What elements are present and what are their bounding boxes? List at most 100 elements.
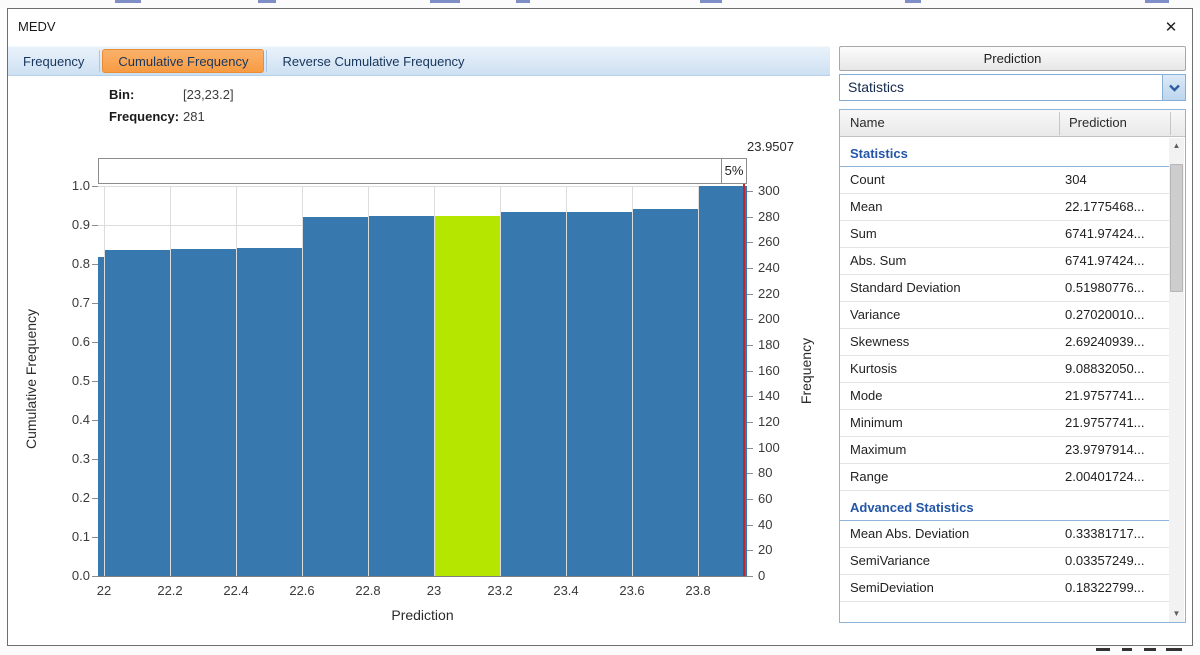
y2-axis-tick-label: 220 (758, 286, 780, 301)
table-row[interactable]: Standard Deviation0.51980776... (840, 275, 1170, 302)
histogram-bar[interactable] (171, 249, 236, 576)
x-axis-line (97, 576, 748, 577)
stat-name: Mean Abs. Deviation (850, 526, 969, 541)
table-row[interactable]: Range2.00401724... (840, 464, 1170, 491)
stat-value: 22.1775468... (1065, 199, 1145, 214)
y-axis-tick-label: 1.0 (50, 178, 90, 193)
stat-value: 9.08832050... (1065, 361, 1145, 376)
table-row[interactable]: Variance0.27020010... (840, 302, 1170, 329)
histogram-bar[interactable] (105, 250, 170, 576)
histogram-bar[interactable] (633, 209, 698, 576)
histogram-bar[interactable] (369, 216, 434, 576)
y2-axis-tick-mark (747, 191, 753, 192)
histogram-bar[interactable] (303, 217, 368, 576)
table-row[interactable]: Minimum21.9757741... (840, 410, 1170, 437)
table-row[interactable]: Sum6741.97424... (840, 221, 1170, 248)
y2-axis-tick-mark (747, 525, 753, 526)
panel-header-prediction[interactable]: Prediction (839, 46, 1186, 71)
percentile-line[interactable] (743, 158, 745, 576)
table-row[interactable]: SemiDeviation0.18322799... (840, 575, 1170, 602)
histogram-bar[interactable] (98, 257, 104, 576)
statistics-dropdown[interactable]: Statistics (839, 74, 1186, 101)
y2-axis-tick-label: 0 (758, 568, 765, 583)
y2-axis-tick-mark (747, 473, 753, 474)
stat-value: 23.9797914... (1065, 442, 1145, 457)
stat-name: Sum (850, 226, 877, 241)
histogram-bar-highlighted[interactable] (435, 216, 500, 576)
table-row[interactable]: Maximum 23.9797914... (840, 437, 1170, 464)
scroll-up-icon[interactable]: ▲ (1169, 138, 1184, 154)
y-axis-tick-mark (92, 576, 98, 577)
stat-name: Kurtosis (850, 361, 897, 376)
scrollbar[interactable]: ▲ ▼ (1169, 138, 1184, 622)
column-header-name[interactable]: Name (840, 110, 1059, 137)
y-axis-title: Cumulative Frequency (23, 294, 39, 464)
table-row[interactable]: Count304 (840, 167, 1170, 194)
histogram-bar[interactable] (237, 248, 302, 576)
chevron-down-icon[interactable] (1162, 75, 1185, 100)
statistics-table: Name Prediction StatisticsCount304Mean22… (839, 109, 1186, 623)
table-row[interactable]: SemiVariance 0.03357249... (840, 548, 1170, 575)
stat-value: 6741.97424... (1065, 253, 1145, 268)
table-row[interactable]: Abs. Sum6741.97424... (840, 248, 1170, 275)
percentile-value-label: 23.9507 (747, 139, 794, 154)
gridline-horizontal (98, 186, 747, 187)
y2-axis-tick-label: 80 (758, 465, 772, 480)
stat-name: Standard Deviation (850, 280, 961, 295)
scrollbar-thumb[interactable] (1170, 164, 1183, 292)
cumulative-frequency-histogram: 5%23.95070.00.10.20.30.40.50.60.70.80.91… (8, 9, 830, 647)
y2-axis-tick-label: 160 (758, 363, 780, 378)
stat-value: 21.9757741... (1065, 388, 1145, 403)
table-row[interactable]: Mean22.1775468... (840, 194, 1170, 221)
range-selector-handle[interactable]: 5% (721, 158, 747, 184)
stat-name: Mode (850, 388, 883, 403)
y-axis-tick-mark (92, 186, 98, 187)
scroll-down-icon[interactable]: ▼ (1169, 606, 1184, 622)
y-axis-tick-label: 0.2 (50, 490, 90, 505)
stat-value: 21.9757741... (1065, 415, 1145, 430)
table-row[interactable]: Skewness 2.69240939... (840, 329, 1170, 356)
histogram-bar[interactable] (567, 212, 632, 576)
y2-axis-tick-mark (747, 396, 753, 397)
stat-name: Count (850, 172, 885, 187)
y-axis-tick-label: 0.4 (50, 412, 90, 427)
stat-name: Skewness (850, 334, 909, 349)
x-axis-tick-label: 22.6 (282, 583, 322, 598)
column-header-prediction[interactable]: Prediction (1059, 110, 1170, 137)
histogram-bar[interactable] (501, 212, 566, 576)
stat-name: SemiDeviation (850, 580, 934, 595)
stat-value: 2.69240939... (1065, 334, 1145, 349)
y2-axis-tick-label: 140 (758, 388, 780, 403)
stat-name: SemiVariance (850, 553, 930, 568)
column-divider (1059, 112, 1060, 135)
table-row[interactable]: Mode 21.9757741... (840, 383, 1170, 410)
y-axis-tick-label: 0.3 (50, 451, 90, 466)
close-icon[interactable]: ✕ (1158, 17, 1184, 39)
y-axis-tick-label: 0.0 (50, 568, 90, 583)
x-axis-tick-label: 23.4 (546, 583, 586, 598)
range-selector-strip[interactable] (98, 158, 747, 184)
stat-value: 0.03357249... (1065, 553, 1145, 568)
y2-axis-tick-label: 300 (758, 183, 780, 198)
y2-axis-tick-mark (747, 319, 753, 320)
stat-value: 0.33381717... (1065, 526, 1145, 541)
table-row[interactable]: Kurtosis 9.08832050... (840, 356, 1170, 383)
stat-name: Maximum (850, 442, 906, 457)
y2-axis-tick-mark (747, 448, 753, 449)
column-divider (1170, 112, 1171, 135)
x-axis-tick-label: 23.8 (678, 583, 718, 598)
y2-axis-tick-label: 60 (758, 491, 772, 506)
y2-axis-tick-label: 280 (758, 209, 780, 224)
x-axis-tick-label: 23 (414, 583, 454, 598)
y2-axis-tick-mark (747, 217, 753, 218)
table-row[interactable]: Mean Abs. Deviation 0.33381717... (840, 521, 1170, 548)
x-axis-title: Prediction (388, 607, 458, 623)
y2-axis-tick-mark (747, 371, 753, 372)
y2-axis-tick-label: 100 (758, 440, 780, 455)
y2-axis-tick-mark (747, 422, 753, 423)
x-axis-tick-label: 22.2 (150, 583, 190, 598)
section-title: Statistics (840, 137, 1170, 167)
background-app-strip-top (0, 0, 1200, 8)
x-axis-tick-label: 22.4 (216, 583, 256, 598)
histogram-bar[interactable] (699, 186, 747, 576)
